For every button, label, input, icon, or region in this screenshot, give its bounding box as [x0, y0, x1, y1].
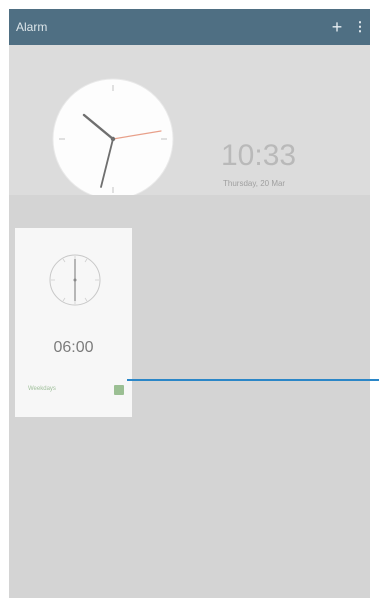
alarm-repeat-label: Weekdays — [28, 386, 56, 392]
app-title: Alarm — [16, 20, 48, 34]
alarm-screen: Alarm + ⋮ 10:33 Thursday, 20 Mar 06:00 W… — [9, 9, 370, 598]
action-bar: Alarm + ⋮ — [9, 9, 370, 45]
current-date: Thursday, 20 Mar — [223, 179, 286, 188]
clock-panel: 10:33 Thursday, 20 Mar — [9, 45, 370, 200]
alarm-clock-icon — [49, 254, 101, 306]
alarm-time: 06:00 — [53, 339, 94, 356]
alarm-item[interactable]: 06:00 Weekdays — [15, 228, 132, 417]
add-alarm-icon[interactable]: + — [324, 9, 350, 45]
callout-line — [127, 379, 379, 381]
analog-clock — [52, 78, 174, 200]
alarm-toggle[interactable] — [114, 385, 124, 395]
current-time: 10:33 — [221, 139, 297, 172]
overflow-menu-icon[interactable]: ⋮ — [350, 9, 370, 45]
